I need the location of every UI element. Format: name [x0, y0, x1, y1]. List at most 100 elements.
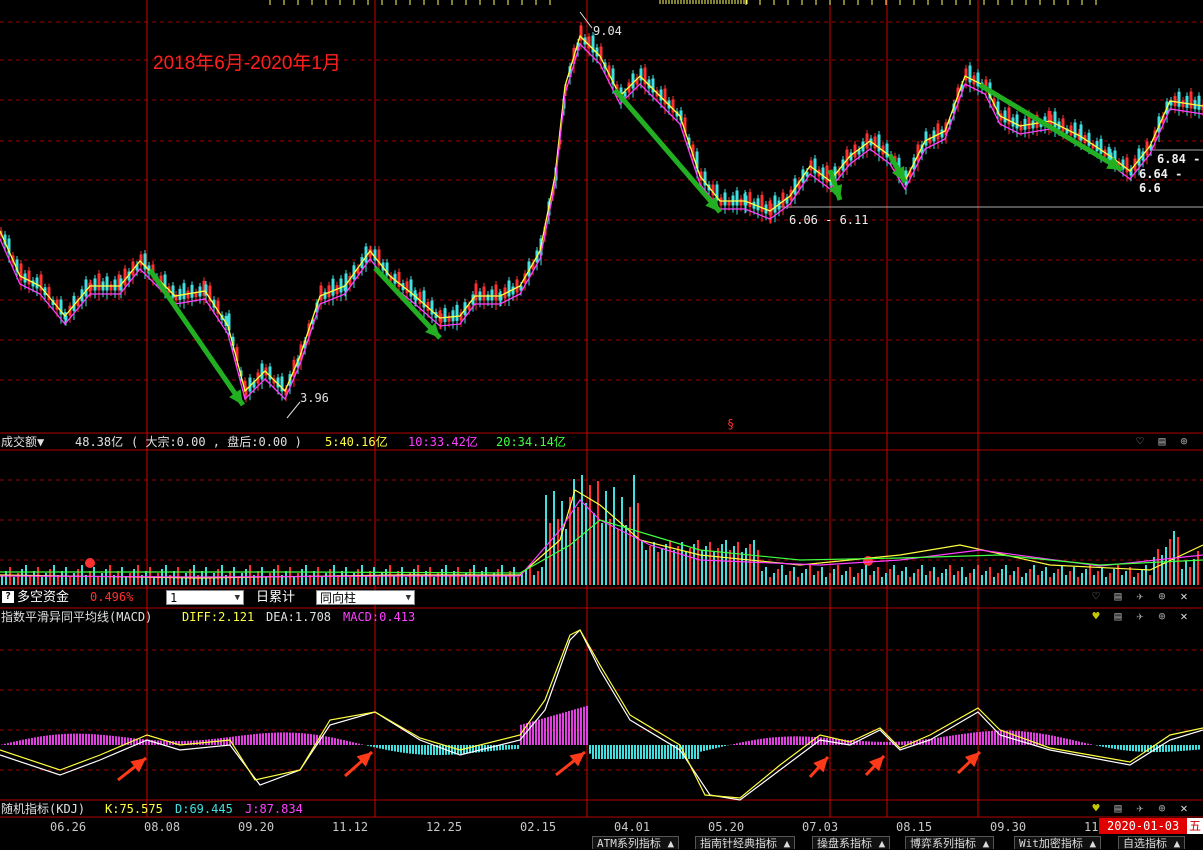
indicator-tab[interactable]: Wit加密指标 ▲: [1014, 836, 1102, 850]
candle-body: [507, 280, 511, 297]
date-tick: 11: [1084, 820, 1099, 834]
pin-icon[interactable]: ✈: [1133, 801, 1147, 815]
candle-body: [1053, 111, 1057, 128]
close-icon[interactable]: ✕: [1177, 589, 1191, 603]
zoom-icon[interactable]: ⊕: [1155, 801, 1169, 815]
candle-body: [331, 278, 335, 296]
heart-icon[interactable]: ♥: [1089, 801, 1103, 815]
macd-diff-line: [0, 629, 1203, 799]
fund-value: 0.496%: [90, 590, 134, 604]
heart-icon[interactable]: ♥: [1089, 609, 1103, 623]
date-tick: 07.03: [802, 820, 839, 834]
save-icon[interactable]: ▤: [1111, 589, 1125, 603]
candle-body: [113, 279, 117, 291]
date-tick: 09.30: [990, 820, 1027, 834]
candle-body: [190, 284, 194, 298]
indicator-tab[interactable]: 操盘系指标 ▲: [812, 836, 891, 850]
candle-body: [105, 276, 109, 291]
support-range-label: 6.06 - 6.11: [789, 213, 869, 227]
current-weekday: 五: [1187, 818, 1203, 834]
candle-body: [821, 167, 825, 180]
candle-body: [490, 289, 494, 301]
high-price-label: 9.04: [593, 24, 622, 38]
macd-dea: DEA:1.708: [266, 610, 332, 624]
zoom-icon[interactable]: ⊕: [1155, 589, 1169, 603]
candle-body: [1015, 114, 1019, 129]
volume-title[interactable]: 成交额▼: [1, 434, 44, 451]
chevron-down-icon: ▼: [234, 593, 240, 603]
candle-body: [1197, 95, 1201, 110]
candle-body: [84, 279, 88, 297]
indicator-tab[interactable]: 博弈系列指标 ▲: [905, 836, 995, 850]
macd-title[interactable]: 指数平滑异同平均线(MACD): [1, 609, 152, 626]
kdj-j: J:87.834: [245, 802, 303, 816]
candle-body: [344, 273, 348, 291]
price-ma5-line: [0, 34, 1203, 393]
question-icon[interactable]: ?: [2, 591, 14, 603]
candle-body: [924, 131, 928, 146]
chart-stage: 2018年6月-2020年1月 9.04 3.96 6.06 - 6.11 6.…: [0, 0, 1203, 850]
save-icon[interactable]: ▤: [1111, 801, 1125, 815]
date-tick: 08.08: [144, 820, 181, 834]
candle-body: [1087, 132, 1091, 146]
candle-body: [1185, 95, 1189, 108]
candle-body: [976, 72, 980, 87]
save-icon[interactable]: ▤: [1111, 609, 1125, 623]
candle-body: [182, 283, 186, 300]
current-date-box: 2020-01-03 五: [1099, 818, 1203, 834]
candle-body: [1003, 110, 1007, 123]
heart-icon[interactable]: ♡: [1133, 434, 1147, 448]
macd-dea-line: [0, 628, 1203, 801]
candle-body: [93, 278, 97, 291]
candle-body: [1177, 91, 1181, 107]
macd-header: 指数平滑异同平均线(MACD) DIFF:2.121 DEA:1.708 MAC…: [0, 609, 1203, 626]
candle-body: [260, 363, 264, 380]
pin-icon[interactable]: ✈: [1133, 609, 1147, 623]
zoom-icon[interactable]: ⊕: [1177, 434, 1191, 448]
close-icon[interactable]: ✕: [1177, 801, 1191, 815]
heart-icon[interactable]: ♡: [1089, 589, 1103, 603]
date-tick: 08.15: [896, 820, 933, 834]
candle-body: [339, 278, 343, 293]
right-range-label-2: 6.64 - 6.6: [1139, 167, 1183, 195]
date-tick: 12.25: [426, 820, 463, 834]
fund-label: 多空资金: [17, 590, 70, 605]
period-select[interactable]: 1 ▼: [166, 590, 244, 605]
event-marker[interactable]: §: [727, 417, 734, 431]
bar-style-select[interactable]: 同向柱 ▼: [316, 590, 415, 605]
fund-mode[interactable]: 日累计: [256, 589, 295, 606]
indicator-tab[interactable]: 指南针经典指标 ▲: [695, 836, 796, 850]
date-tick: 09.20: [238, 820, 275, 834]
candle-body: [723, 192, 727, 206]
candle-body: [178, 288, 182, 300]
date-tick: 04.01: [614, 820, 651, 834]
candle-body: [857, 149, 861, 155]
pin-icon[interactable]: ✈: [1133, 589, 1147, 603]
kdj-title[interactable]: 随机指标(KDJ): [1, 801, 85, 818]
chevron-down-icon: ▼: [405, 593, 411, 603]
period-select-value: 1: [170, 591, 178, 605]
candle-body: [364, 246, 368, 263]
macd-diff: DIFF:2.121: [182, 610, 255, 624]
indicator-tab[interactable]: 自选指标 ▲: [1118, 836, 1186, 850]
candle-body: [1137, 148, 1141, 166]
candle-body: [968, 65, 972, 83]
candle-body: [631, 73, 635, 89]
close-icon[interactable]: ✕: [1177, 609, 1191, 623]
candle-body: [443, 308, 447, 323]
chart-canvas[interactable]: [0, 0, 1203, 848]
candle-body: [773, 195, 777, 213]
indicator-tab[interactable]: ATM系列指标 ▲: [592, 836, 680, 850]
save-icon[interactable]: ▤: [1155, 434, 1169, 448]
volume-ma20: 20:34.14亿: [496, 435, 566, 449]
date-tick: 02.15: [520, 820, 557, 834]
volume-detail: ( 大宗:0.00 , 盘后:0.00 ): [131, 435, 302, 449]
kdj-header: 随机指标(KDJ) K:75.575 D:69.445 J:87.834 ♥ ▤…: [0, 801, 1203, 818]
price-ma10-line: [0, 42, 1203, 401]
macd-value: MACD:0.413: [343, 610, 416, 624]
kdj-k: K:75.575: [105, 802, 163, 816]
zoom-icon[interactable]: ⊕: [1155, 609, 1169, 623]
date-tick: 11.12: [332, 820, 369, 834]
volume-header: 成交额▼ 48.38亿 ( 大宗:0.00 , 盘后:0.00 ) 5:40.1…: [0, 434, 1203, 451]
candle-body: [451, 310, 455, 322]
